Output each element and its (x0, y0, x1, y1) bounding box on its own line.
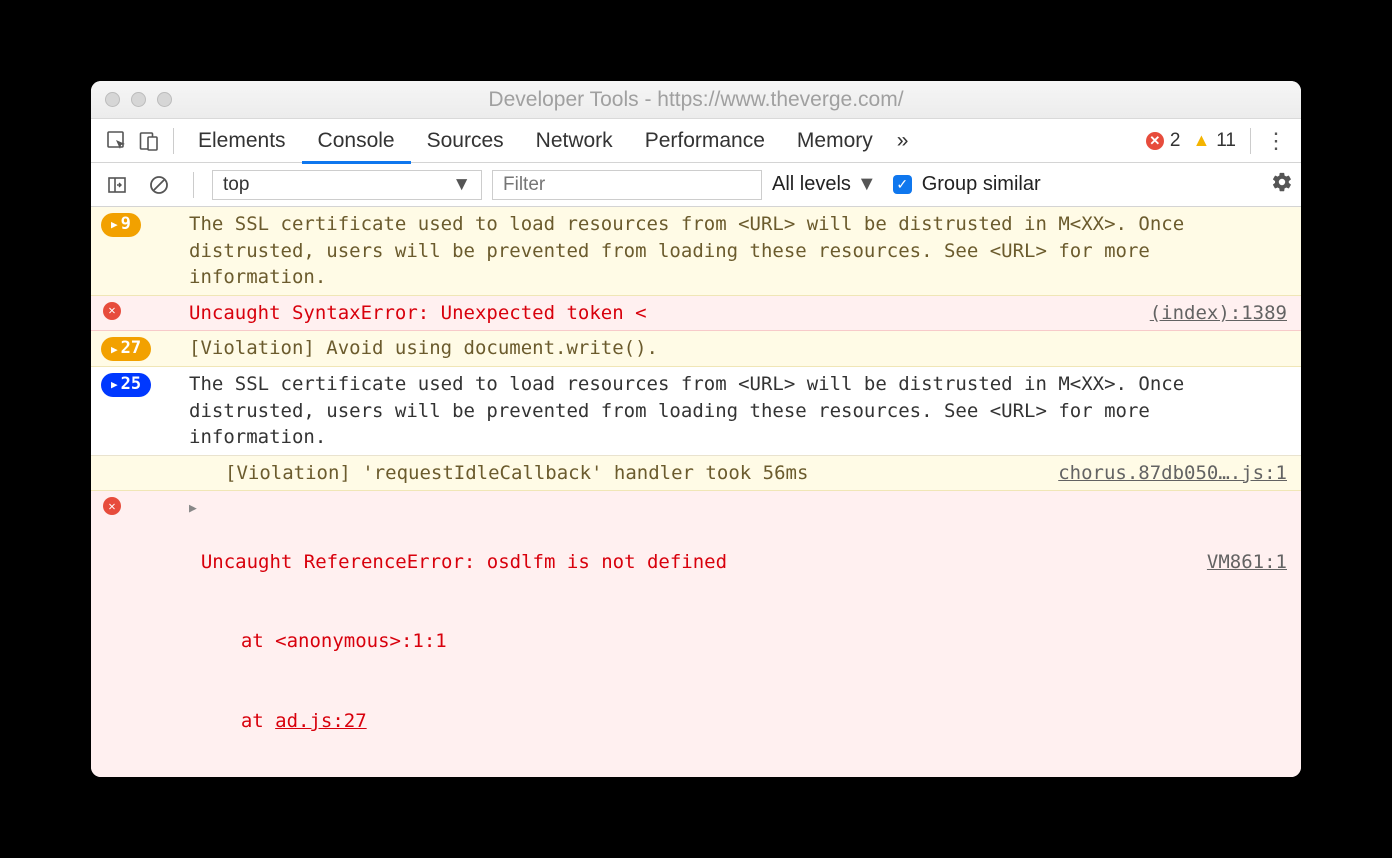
log-message: [Violation] 'requestIdleCallback' handle… (189, 460, 1038, 487)
warning-count: 11 (1216, 130, 1236, 152)
tab-console[interactable]: Console (302, 119, 411, 163)
count-badge[interactable]: ▶27 (101, 337, 151, 361)
console-toolbar: top ▼ All levels ▼ ✓ Group similar (91, 163, 1301, 207)
tab-memory[interactable]: Memory (781, 119, 889, 163)
error-icon: ✕ (1146, 132, 1164, 150)
tab-performance[interactable]: Performance (629, 119, 781, 163)
log-message: [Violation] Avoid using document.write()… (189, 335, 1287, 362)
tabs-overflow[interactable]: » (889, 119, 917, 163)
devtools-window: Developer Tools - https://www.theverge.c… (91, 81, 1301, 777)
error-icon: ✕ (103, 302, 121, 320)
tab-elements[interactable]: Elements (182, 119, 302, 163)
context-value: top (223, 174, 249, 196)
expand-caret-icon[interactable]: ▶ (189, 500, 197, 518)
group-similar-label: Group similar (922, 173, 1041, 196)
separator (193, 172, 194, 198)
log-message: The SSL certificate used to load resourc… (189, 371, 1287, 451)
error-count: 2 (1170, 130, 1181, 152)
panel-tabs: Elements Console Sources Network Perform… (91, 119, 1301, 163)
log-message: Uncaught SyntaxError: Unexpected token < (189, 300, 1130, 327)
source-link[interactable]: VM861:1 (1207, 549, 1287, 576)
inspect-element-icon[interactable] (101, 125, 133, 157)
chevron-down-icon: ▼ (452, 174, 471, 196)
console-row[interactable]: ▶9 The SSL certificate used to load reso… (91, 207, 1301, 296)
source-link[interactable]: chorus.87db050….js:1 (1058, 460, 1287, 487)
stack-link[interactable]: ad.js:27 (275, 710, 367, 732)
separator (173, 128, 174, 154)
log-levels-select[interactable]: All levels ▼ (772, 173, 877, 196)
chevron-down-icon: ▼ (857, 173, 877, 196)
warning-icon: ▲ (1192, 130, 1210, 151)
count-badge[interactable]: ▶25 (101, 373, 151, 397)
count-badge[interactable]: ▶9 (101, 213, 141, 237)
clear-console-icon[interactable] (143, 169, 175, 201)
show-sidebar-icon[interactable] (101, 169, 133, 201)
console-row[interactable]: ✕ ▶ Uncaught ReferenceError: osdlfm is n… (91, 491, 1301, 777)
separator (1250, 128, 1251, 154)
titlebar[interactable]: Developer Tools - https://www.theverge.c… (91, 81, 1301, 119)
console-row[interactable]: ▶25 The SSL certificate used to load res… (91, 367, 1301, 456)
filter-input[interactable] (492, 170, 762, 200)
console-row[interactable]: ✕ Uncaught SyntaxError: Unexpected token… (91, 296, 1301, 332)
console-row[interactable]: ▶27 [Violation] Avoid using document.wri… (91, 331, 1301, 367)
error-icon: ✕ (103, 497, 121, 515)
window-title: Developer Tools - https://www.theverge.c… (91, 88, 1301, 112)
status-counts[interactable]: ✕ 2 ▲ 11 (1146, 130, 1242, 152)
more-menu-icon[interactable]: ⋮ (1259, 128, 1293, 154)
log-message: Uncaught ReferenceError: osdlfm is not d… (201, 495, 1287, 777)
context-select[interactable]: top ▼ (212, 170, 482, 200)
console-row[interactable]: [Violation] 'requestIdleCallback' handle… (91, 456, 1301, 492)
console-output[interactable]: ▶9 The SSL certificate used to load reso… (91, 207, 1301, 777)
settings-gear-icon[interactable] (1271, 171, 1293, 199)
log-message: The SSL certificate used to load resourc… (189, 211, 1287, 291)
levels-label: All levels (772, 173, 851, 196)
tab-sources[interactable]: Sources (411, 119, 520, 163)
device-toolbar-icon[interactable] (133, 125, 165, 157)
group-similar-checkbox[interactable]: ✓ (893, 175, 912, 194)
source-link[interactable]: (index):1389 (1150, 300, 1287, 327)
tab-network[interactable]: Network (520, 119, 629, 163)
